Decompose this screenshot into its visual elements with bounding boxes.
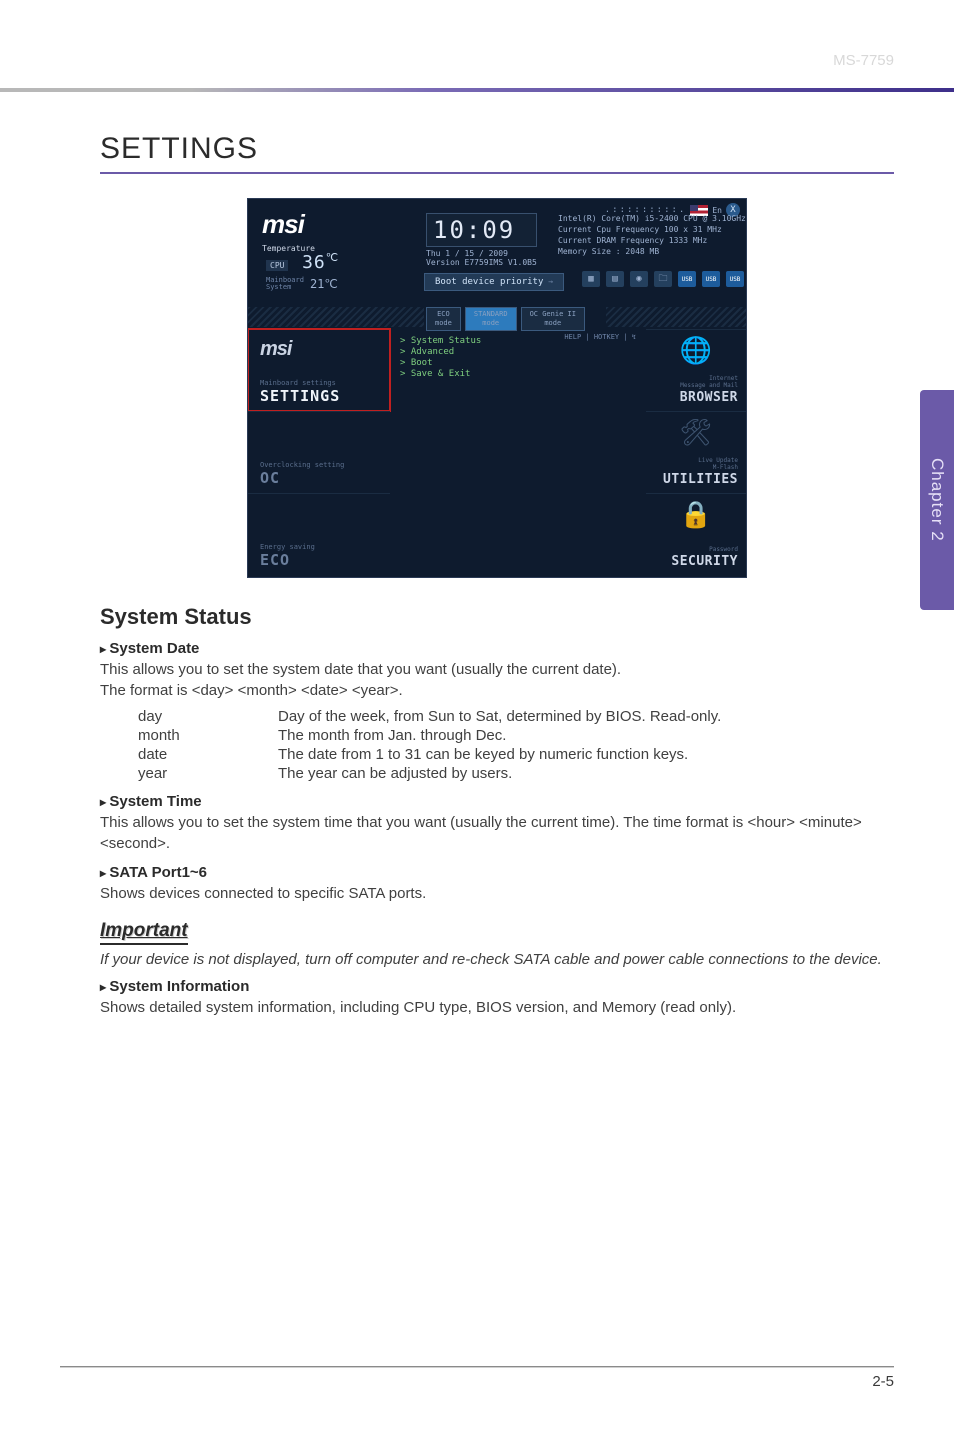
nav-security-label: SECURITY <box>671 554 738 569</box>
system-status-heading: System Status <box>100 604 894 630</box>
system-date-p2: The format is <day> <month> <date> <year… <box>100 680 894 701</box>
section-title: SETTINGS <box>100 132 894 166</box>
bios-version: Version E7759IMS V1.0B5 <box>426 258 537 267</box>
system-information-p: Shows detailed system information, inclu… <box>100 997 894 1018</box>
system-time-heading: System Time <box>100 793 894 810</box>
header-rule <box>0 88 954 92</box>
system-time-p: This allows you to set the system time t… <box>100 812 894 854</box>
clock-date: Thu 1 / 15 / 2009 <box>426 249 537 258</box>
mainboard-temp: 21℃ <box>310 277 338 291</box>
nav-eco-sub: Energy saving <box>260 543 315 551</box>
msi-logo: msi <box>262 209 315 240</box>
device-folder-icon[interactable]: 🗀 <box>654 271 672 287</box>
mode-standard[interactable]: STANDARDmode <box>465 307 517 331</box>
table-row: dayDay of the week, from Sun to Sat, det… <box>138 707 721 726</box>
cell-key: day <box>138 707 278 726</box>
chapter-tab-label: Chapter 2 <box>927 458 947 542</box>
cell-val: Day of the week, from Sun to Sat, determ… <box>278 707 721 726</box>
globe-icon: 🌐 <box>652 336 740 370</box>
cell-key: month <box>138 726 278 745</box>
cpu-temp: 36℃ <box>302 251 339 273</box>
bios-screenshot: .:::::::::. En X msi Temperature CPU 36℃… <box>247 198 747 578</box>
chapter-tab: Chapter 2 <box>920 390 954 610</box>
sata-port-p: Shows devices connected to specific SATA… <box>100 883 894 904</box>
important-label: Important <box>100 920 188 945</box>
cell-val: The year can be adjusted by users. <box>278 764 721 783</box>
system-date-p1: This allows you to set the system date t… <box>100 659 894 680</box>
footer-rule <box>60 1366 894 1367</box>
nav-oc-label: OC <box>260 469 280 487</box>
cpu-label: CPU <box>266 260 288 271</box>
nav-settings-label: SETTINGS <box>260 387 340 405</box>
nav-browser-label: BROWSER <box>680 390 738 405</box>
tools-icon: 🛠 <box>652 418 740 452</box>
device-hdd-icon[interactable]: ▦ <box>582 271 600 287</box>
mode-tabs: ECOmode STANDARDmode OC Genie IImode <box>426 307 585 331</box>
nav-oc[interactable]: Overclocking setting OC <box>248 411 390 493</box>
mode-eco[interactable]: ECOmode <box>426 307 461 331</box>
device-ssd-icon[interactable]: ▤ <box>606 271 624 287</box>
nav-eco-label: ECO <box>260 551 290 569</box>
page-footer: 2-5 <box>60 1366 894 1390</box>
cell-val: The month from Jan. through Dec. <box>278 726 721 745</box>
table-row: yearThe year can be adjusted by users. <box>138 764 721 783</box>
menu-panel: HELP | HOTKEY | ↯ System Status Advanced… <box>390 329 646 577</box>
table-row: dateThe date from 1 to 31 can be keyed b… <box>138 745 721 764</box>
menu-save-exit[interactable]: Save & Exit <box>400 369 636 379</box>
nav-eco[interactable]: Energy saving ECO <box>248 493 390 575</box>
system-date-heading: System Date <box>100 640 894 657</box>
msi-icon: msi <box>260 338 291 361</box>
hatch-left <box>248 307 424 327</box>
cell-key: year <box>138 764 278 783</box>
nav-browser-sub: InternetMessage and Mail <box>680 375 738 389</box>
nav-browser[interactable]: 🌐 InternetMessage and Mail BROWSER <box>646 329 746 411</box>
nav-oc-sub: Overclocking setting <box>260 461 344 469</box>
nav-utilities-sub: Live UpdateM-Flash <box>698 457 738 471</box>
nav-security-sub: Password <box>709 546 738 553</box>
nav-security[interactable]: 🔒 Password SECURITY <box>646 493 746 575</box>
menu-boot[interactable]: Boot <box>400 358 636 368</box>
model-number: MS-7759 <box>833 52 894 69</box>
boot-priority-button[interactable]: Boot device priority <box>424 273 564 291</box>
nav-settings[interactable]: msi Mainboard settings SETTINGS <box>248 329 390 411</box>
device-usb3-icon[interactable]: USB <box>726 271 744 287</box>
device-usb1-icon[interactable]: USB <box>678 271 696 287</box>
device-usb2-icon[interactable]: USB <box>702 271 720 287</box>
hatch-right <box>606 307 746 327</box>
sata-port-heading: SATA Port1~6 <box>100 864 894 881</box>
sys-info-block: Intel(R) Core(TM) i5-2400 CPU @ 3.10GHz … <box>558 213 746 257</box>
cell-val: The date from 1 to 31 can be keyed by nu… <box>278 745 721 764</box>
mode-ocgenie[interactable]: OC Genie IImode <box>521 307 585 331</box>
important-body: If your device is not displayed, turn of… <box>100 951 894 968</box>
system-information-heading: System Information <box>100 978 894 995</box>
date-format-table: dayDay of the week, from Sun to Sat, det… <box>138 707 721 783</box>
menu-advanced[interactable]: Advanced <box>400 347 636 357</box>
table-row: monthThe month from Jan. through Dec. <box>138 726 721 745</box>
lock-icon: 🔒 <box>652 500 740 534</box>
nav-utilities-label: UTILITIES <box>663 472 738 487</box>
device-cd-icon[interactable]: ◉ <box>630 271 648 287</box>
help-hotkey[interactable]: HELP | HOTKEY | ↯ <box>564 333 636 341</box>
nav-utilities[interactable]: 🛠 Live UpdateM-Flash UTILITIES <box>646 411 746 493</box>
page-number: 2-5 <box>60 1373 894 1390</box>
page-header: MS-7759 <box>0 0 954 92</box>
clock-time: 10:09 <box>426 213 537 247</box>
boot-device-row: ▦ ▤ ◉ 🗀 USB USB USB ▣ ▸ <box>582 271 747 287</box>
cell-key: date <box>138 745 278 764</box>
nav-settings-sub: Mainboard settings <box>260 379 336 387</box>
mainboard-label: MainboardSystem <box>266 277 304 291</box>
section-rule <box>100 172 894 174</box>
